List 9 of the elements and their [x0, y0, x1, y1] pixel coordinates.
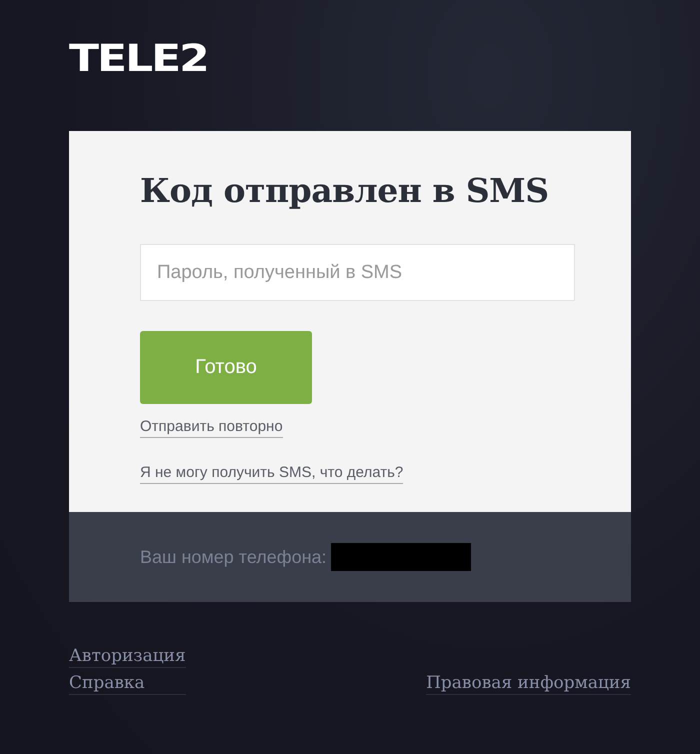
footer-link[interactable]: Справка [69, 672, 186, 695]
phone-label: Ваш номер телефона: [140, 546, 327, 568]
password-field[interactable]: Пароль, полученный в SMS [140, 244, 575, 301]
card-title: Код отправлен в SMS [140, 171, 549, 211]
footer-link[interactable]: Авторизация [69, 645, 186, 668]
help-link[interactable]: Я не могу получить SMS, что делать? [140, 464, 404, 484]
help-link[interactable]: Отправить повторно [140, 418, 283, 438]
logo: TELE2 [69, 38, 208, 80]
footer-link[interactable]: Правовая информация [426, 672, 631, 695]
